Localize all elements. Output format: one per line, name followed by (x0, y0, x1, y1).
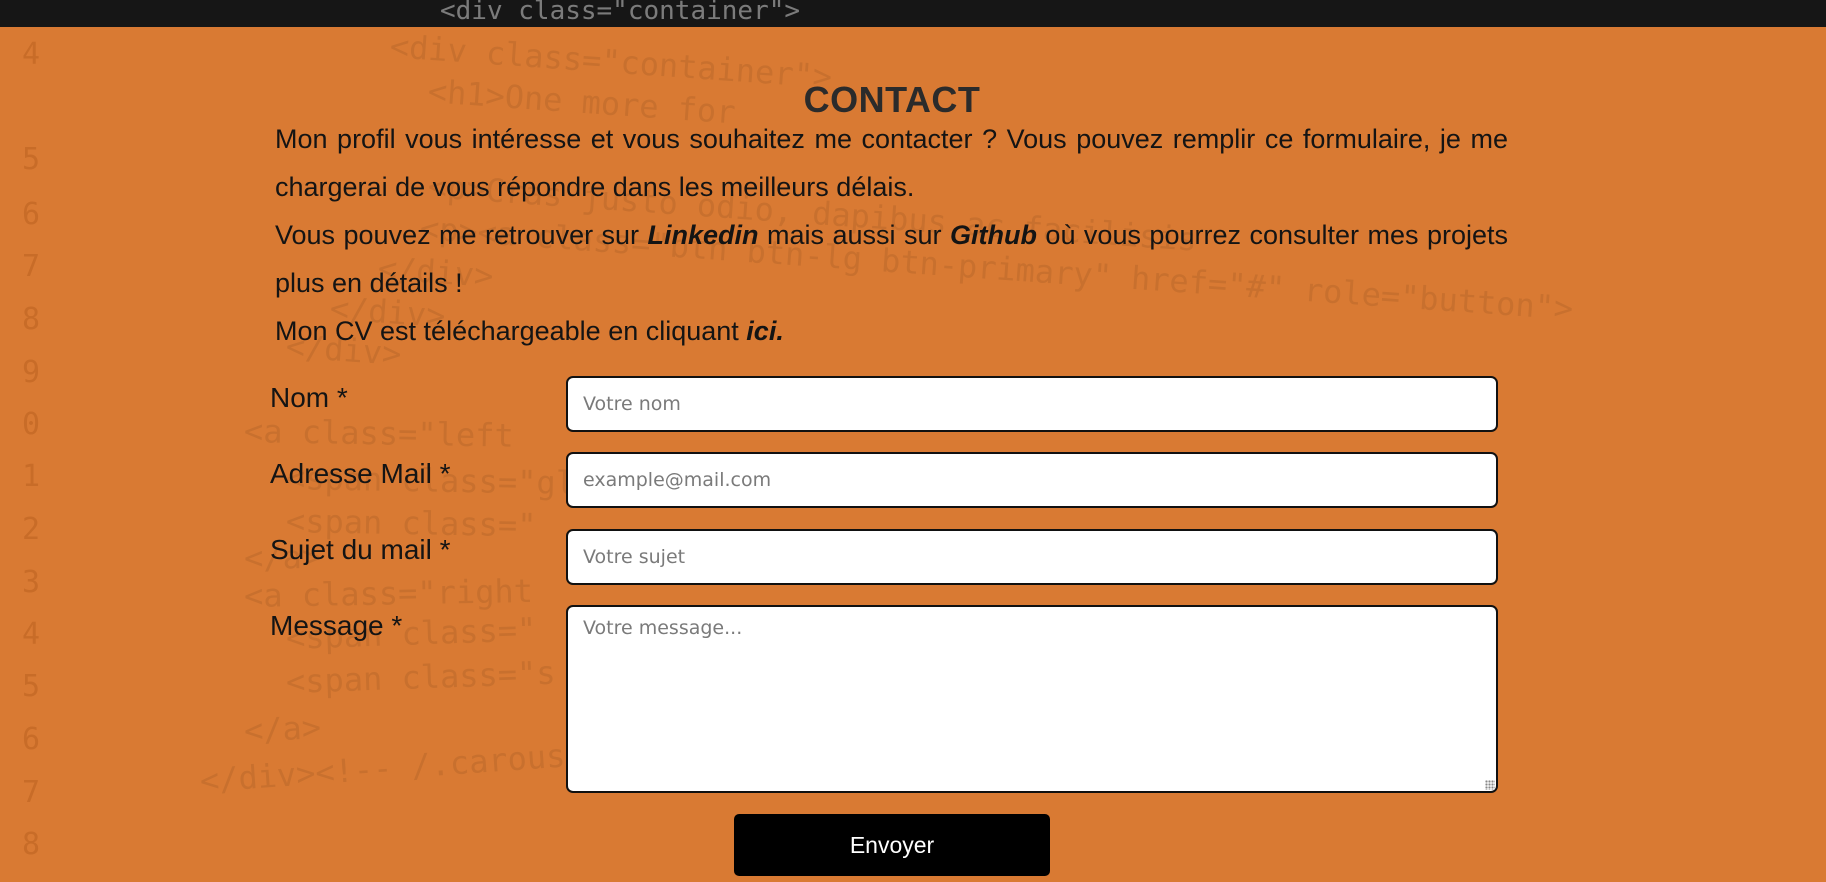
intro-text: mais aussi sur (758, 220, 950, 250)
github-link[interactable]: Github (950, 220, 1037, 250)
bg-line-number: 4 (21, 617, 40, 652)
linkedin-link[interactable]: Linkedin (648, 220, 759, 250)
textarea-resize-handle[interactable] (1485, 780, 1495, 790)
email-input[interactable] (566, 452, 1498, 508)
hero-code-snippet: <div class="container"> (440, 0, 801, 26)
bg-line-number: 6 (21, 722, 40, 757)
bg-line-number: 7 (21, 249, 40, 284)
cv-download-link[interactable]: ici. (746, 316, 784, 346)
bg-line-number: 7 (21, 775, 40, 810)
subject-input[interactable] (566, 529, 1498, 585)
intro-text: Mon CV est téléchargeable en cliquant (275, 316, 747, 346)
bg-code-line: </a> (243, 707, 322, 750)
bg-line-number: 8 (21, 827, 40, 862)
bg-line-number: 0 (21, 407, 40, 442)
message-label: Message * (270, 610, 403, 641)
bg-code-line: <span class="s (285, 653, 557, 701)
name-label: Nom * (270, 382, 348, 413)
intro-paragraph: Mon profil vous intéresse et vous souhai… (275, 124, 1508, 202)
hero-image-strip: <div class="container"> (0, 0, 1826, 27)
contact-intro: Mon profil vous intéresse et vous souhai… (275, 115, 1508, 355)
bg-code-line: <a class="right (243, 571, 534, 615)
contact-section: 4 5 6 7 8 9 0 1 2 3 4 5 6 7 8 <div class… (0, 27, 1826, 882)
bg-line-number: 1 (21, 459, 40, 494)
email-label: Adresse Mail * (270, 458, 451, 489)
intro-paragraph-cv: Mon CV est téléchargeable en cliquant ic… (275, 307, 1508, 355)
send-button[interactable]: Envoyer (734, 814, 1050, 876)
intro-text: Vous pouvez me retrouver sur (275, 220, 648, 250)
message-textarea[interactable] (566, 605, 1498, 793)
bg-code-line: <a class="left (243, 412, 515, 455)
bg-line-number: 4 (21, 37, 40, 72)
bg-line-number: 9 (21, 355, 40, 390)
bg-line-number: 5 (21, 142, 40, 177)
name-input[interactable] (566, 376, 1498, 432)
bg-line-number: 6 (21, 197, 40, 232)
intro-paragraph-links: Vous pouvez me retrouver sur Linkedin ma… (275, 211, 1508, 307)
bg-line-number: 3 (21, 565, 40, 600)
bg-line-number: 2 (21, 512, 40, 547)
bg-line-number: 8 (21, 302, 40, 337)
bg-line-number: 5 (21, 669, 40, 704)
subject-label: Sujet du mail * (270, 534, 451, 565)
